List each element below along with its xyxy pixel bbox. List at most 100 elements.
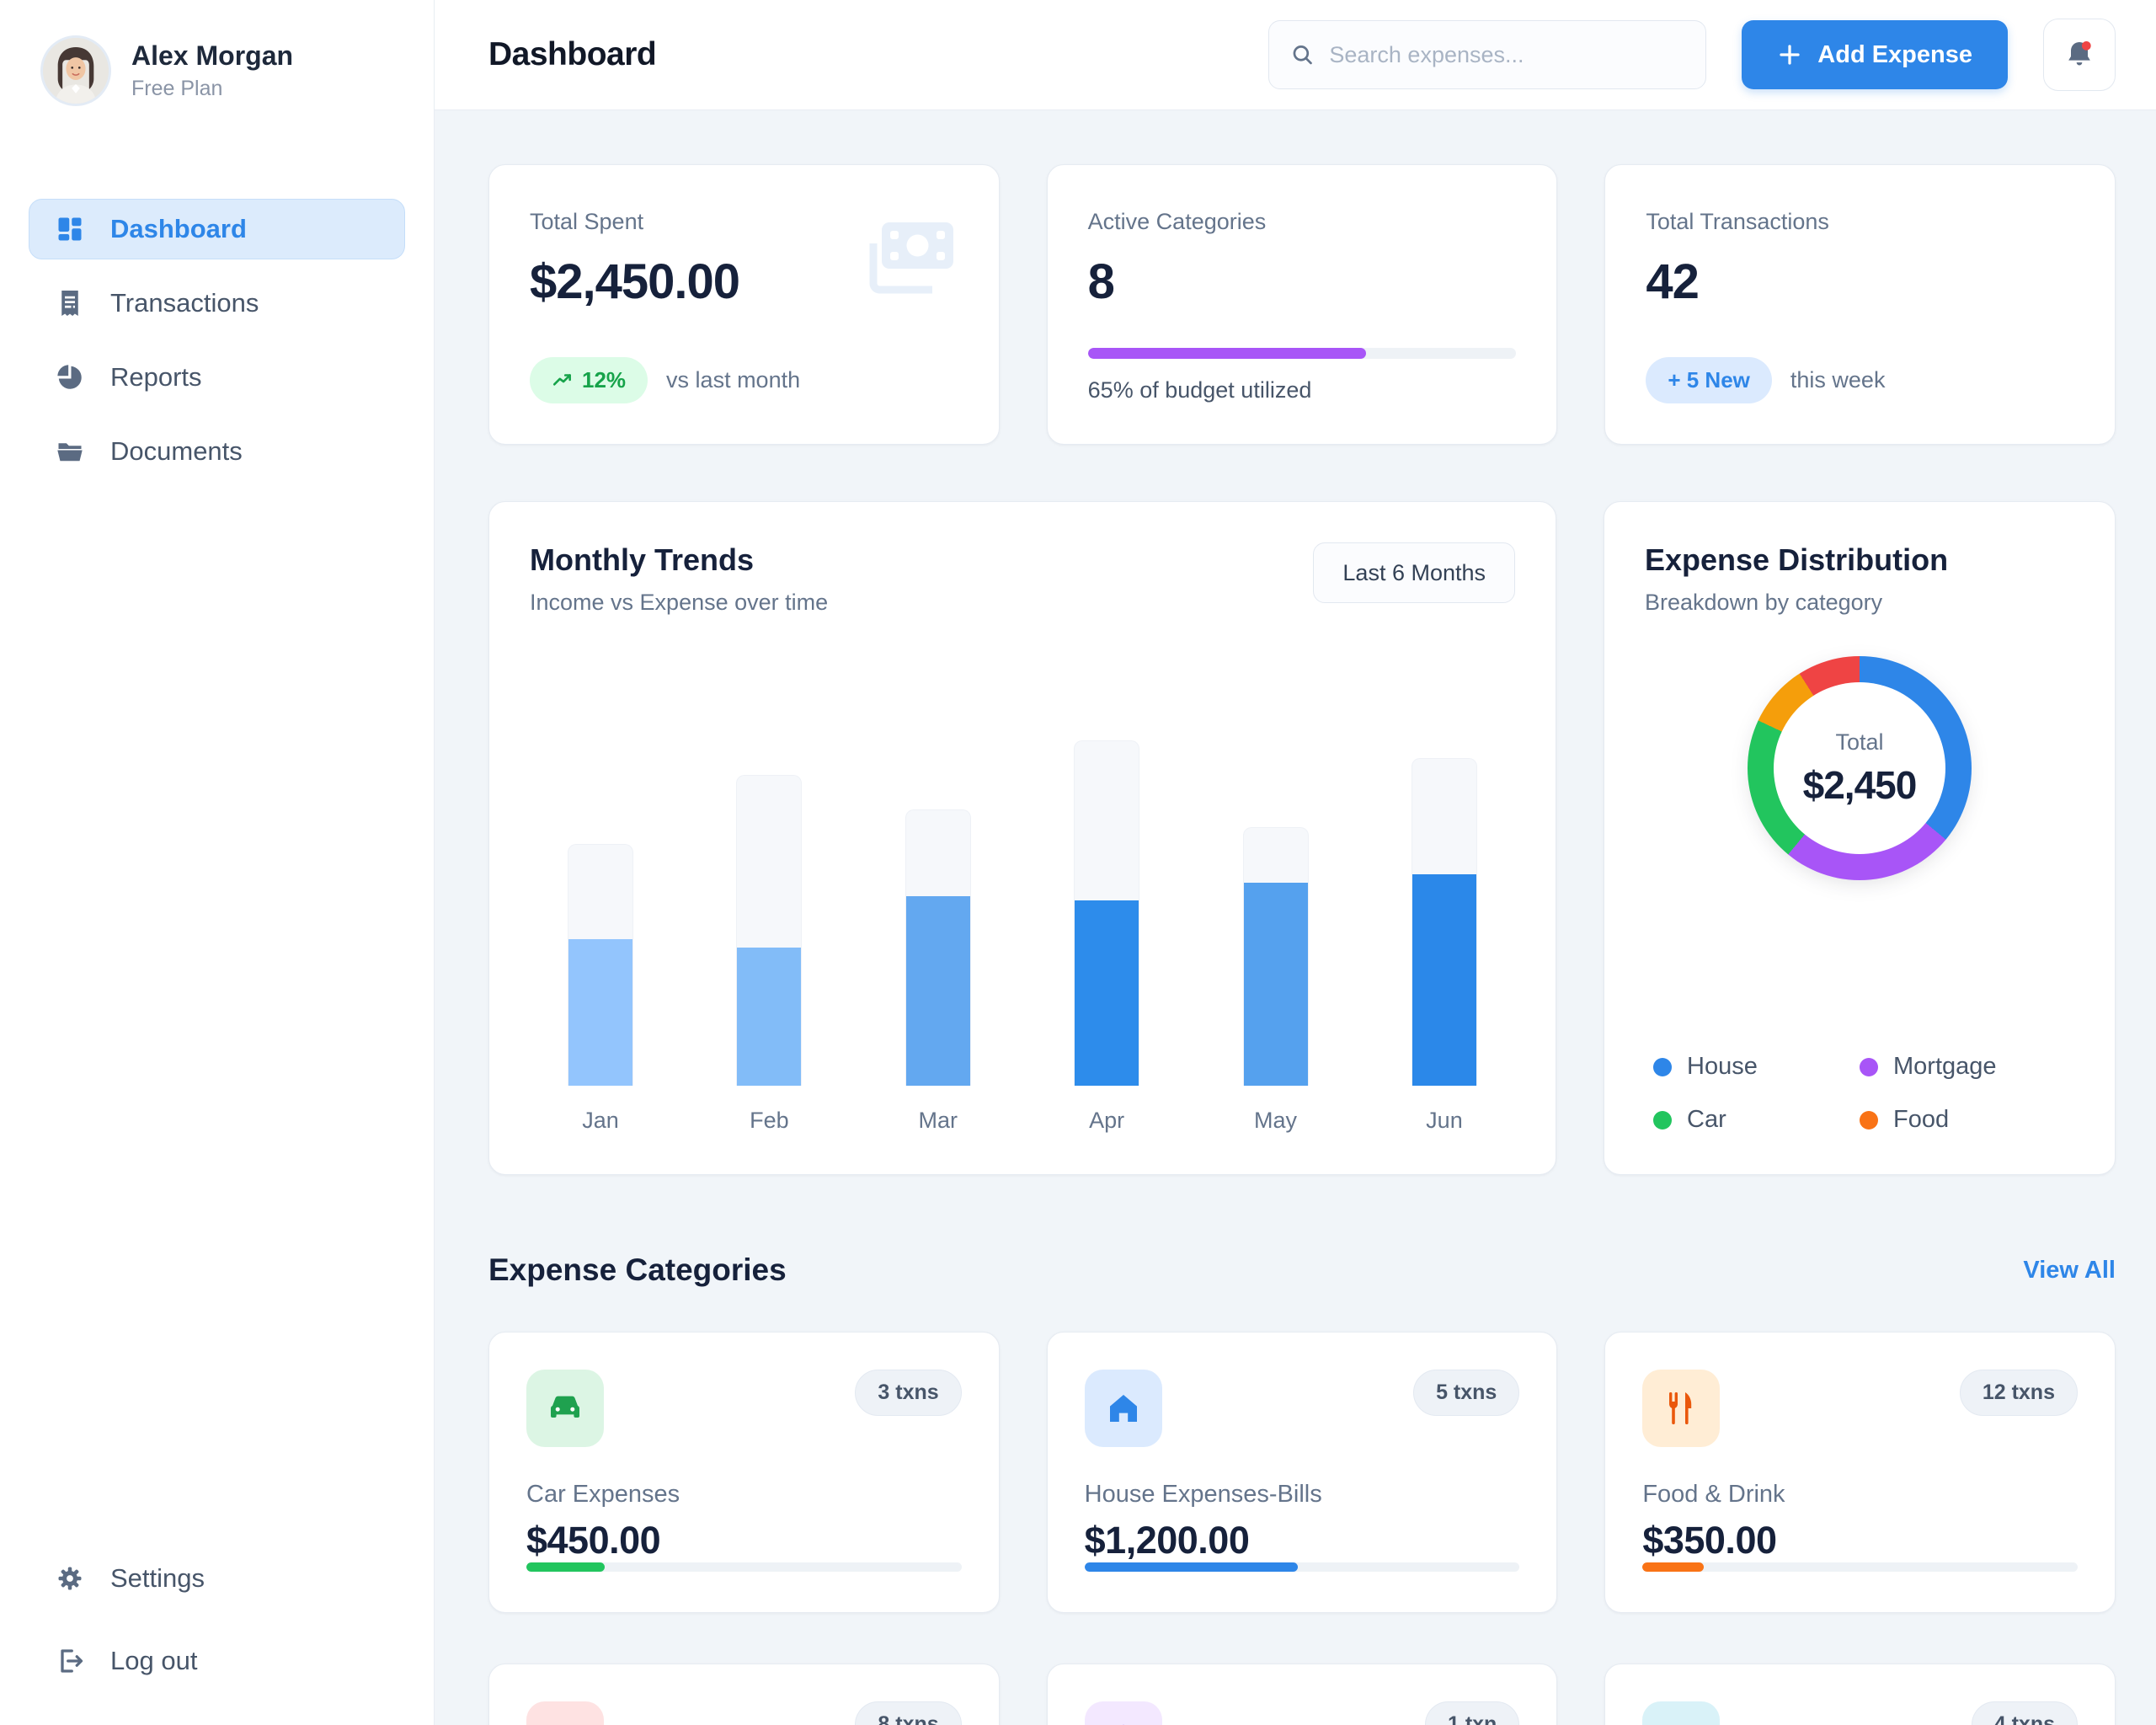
category-card-top: 8 txns bbox=[526, 1701, 962, 1725]
sidebar-nav: Dashboard Transactions Reports Documents bbox=[0, 199, 434, 482]
sidebar-footer: Settings Log out bbox=[29, 1548, 405, 1691]
sidebar-item-label: Dashboard bbox=[110, 214, 247, 244]
legend-label: Food bbox=[1893, 1106, 1949, 1134]
legend-dot bbox=[1860, 1111, 1878, 1130]
profile: Alex Morgan Free Plan bbox=[0, 0, 434, 106]
add-expense-button[interactable]: Add Expense bbox=[1742, 20, 2008, 89]
category-card-food[interactable]: 12 txns Food & Drink $350.00 bbox=[1604, 1332, 2116, 1613]
month-label: Jun bbox=[1426, 1108, 1463, 1134]
notification-dot bbox=[2082, 41, 2091, 51]
stat-label: Total Transactions bbox=[1646, 209, 2074, 235]
income-track-bar bbox=[1412, 758, 1477, 1086]
sidebar-item-label: Log out bbox=[110, 1646, 197, 1676]
sidebar-item-label: Settings bbox=[110, 1563, 205, 1594]
month-label: May bbox=[1254, 1108, 1297, 1134]
sidebar-item-logout[interactable]: Log out bbox=[29, 1631, 405, 1691]
view-all-link[interactable]: View All bbox=[2023, 1257, 2116, 1284]
trend-column-may: May bbox=[1225, 724, 1326, 1134]
category-icon-tile bbox=[1642, 1701, 1720, 1725]
folder-icon bbox=[55, 436, 85, 467]
stat-note: 65% of budget utilized bbox=[1088, 377, 1517, 403]
sidebar-item-reports[interactable]: Reports bbox=[29, 347, 405, 408]
main-area: Dashboard Add Expense bbox=[435, 0, 2156, 1725]
category-progress-fill bbox=[526, 1562, 605, 1572]
chart-subtitle: Breakdown by category bbox=[1645, 590, 2074, 616]
category-card-shopping[interactable]: 4 txns bbox=[1604, 1664, 2116, 1725]
category-card-top: 5 txns bbox=[1085, 1370, 1520, 1447]
stat-value: 42 bbox=[1646, 254, 2074, 310]
plus-icon bbox=[1777, 42, 1802, 67]
sidebar-item-label: Documents bbox=[110, 436, 243, 467]
category-name: Car Expenses bbox=[526, 1481, 962, 1509]
txn-count-badge: 1 txn bbox=[1425, 1701, 1519, 1725]
legend-label: Mortgage bbox=[1893, 1053, 1997, 1081]
trend-column-apr: Apr bbox=[1056, 724, 1157, 1134]
category-name: House Expenses-Bills bbox=[1085, 1481, 1520, 1509]
income-track-bar bbox=[568, 844, 633, 1086]
legend-item-car: Car bbox=[1653, 1106, 1860, 1134]
category-card-car[interactable]: 3 txns Car Expenses $450.00 bbox=[488, 1332, 1000, 1613]
chart-subtitle: Income vs Expense over time bbox=[530, 590, 828, 616]
dashboard-content: Total Spent $2,450.00 12% vs last month … bbox=[435, 110, 2156, 1725]
stat-note: vs last month bbox=[666, 367, 800, 393]
categories-heading: Expense Categories bbox=[488, 1252, 787, 1288]
sidebar-item-documents[interactable]: Documents bbox=[29, 421, 405, 482]
bank-icon bbox=[1103, 1720, 1144, 1725]
add-expense-label: Add Expense bbox=[1817, 41, 1972, 69]
search-input[interactable] bbox=[1329, 42, 1684, 68]
txn-count-badge: 8 txns bbox=[855, 1701, 961, 1725]
stat-card-total-spent: Total Spent $2,450.00 12% vs last month bbox=[488, 164, 1000, 445]
txn-count-badge: 3 txns bbox=[855, 1370, 961, 1416]
month-label: Jan bbox=[582, 1108, 619, 1134]
txn-count-badge: 12 txns bbox=[1960, 1370, 2078, 1416]
category-icon-tile bbox=[1642, 1370, 1720, 1447]
charts-row: Monthly Trends Income vs Expense over ti… bbox=[488, 501, 2116, 1175]
monthly-trends-header: Monthly Trends Income vs Expense over ti… bbox=[530, 542, 1515, 616]
category-card-bank[interactable]: 1 txn bbox=[1047, 1664, 1558, 1725]
expense-bar bbox=[1244, 883, 1308, 1086]
budget-progress-fill bbox=[1088, 348, 1367, 359]
shopping-cart-icon bbox=[1661, 1720, 1701, 1725]
stat-value: 8 bbox=[1088, 254, 1517, 310]
search-box bbox=[1268, 20, 1706, 89]
category-amount: $1,200.00 bbox=[1085, 1519, 1520, 1562]
legend-item-food: Food bbox=[1860, 1106, 2066, 1134]
notifications-button[interactable] bbox=[2043, 19, 2116, 91]
month-label: Mar bbox=[919, 1108, 958, 1134]
trend-column-mar: Mar bbox=[888, 724, 989, 1134]
category-amount: $450.00 bbox=[526, 1519, 962, 1562]
range-selector-button[interactable]: Last 6 Months bbox=[1313, 542, 1515, 603]
trend-badge-value: 12% bbox=[582, 367, 626, 393]
profile-name: Alex Morgan bbox=[131, 40, 293, 72]
category-card-house[interactable]: 5 txns House Expenses-Bills $1,200.00 bbox=[1047, 1332, 1558, 1613]
sidebar-item-settings[interactable]: Settings bbox=[29, 1548, 405, 1609]
profile-text: Alex Morgan Free Plan bbox=[131, 40, 293, 101]
trend-column-jun: Jun bbox=[1394, 724, 1495, 1134]
txn-count-badge: 5 txns bbox=[1413, 1370, 1519, 1416]
category-card-top: 12 txns bbox=[1642, 1370, 2078, 1447]
distribution-titles: Expense Distribution Breakdown by catego… bbox=[1645, 542, 2074, 616]
chart-title: Monthly Trends bbox=[530, 542, 828, 578]
category-icon-tile bbox=[526, 1701, 604, 1725]
gear-icon bbox=[55, 1563, 85, 1594]
category-card-smoking[interactable]: 8 txns bbox=[488, 1664, 1000, 1725]
legend-item-house: House bbox=[1653, 1053, 1860, 1081]
sidebar: Alex Morgan Free Plan Dashboard Transact… bbox=[0, 0, 435, 1725]
donut-area: Total $2,450 bbox=[1645, 656, 2074, 880]
category-progress-fill bbox=[1085, 1562, 1298, 1572]
receipt-icon bbox=[55, 288, 85, 318]
income-track-bar bbox=[736, 775, 802, 1086]
stat-card-total-transactions: Total Transactions 42 + 5 New this week bbox=[1604, 164, 2116, 445]
sidebar-item-label: Transactions bbox=[110, 288, 259, 318]
chart-title: Expense Distribution bbox=[1645, 542, 2074, 578]
donut-legend: House Mortgage Car Food bbox=[1645, 1053, 2074, 1134]
sidebar-item-transactions[interactable]: Transactions bbox=[29, 273, 405, 334]
topbar: Dashboard Add Expense bbox=[435, 0, 2156, 110]
category-name: Food & Drink bbox=[1642, 1481, 2078, 1509]
legend-item-mortgage: Mortgage bbox=[1860, 1053, 2066, 1081]
category-card-top: 4 txns bbox=[1642, 1701, 2078, 1725]
search-icon bbox=[1291, 42, 1314, 67]
pie-chart-icon bbox=[55, 362, 85, 393]
sidebar-item-dashboard[interactable]: Dashboard bbox=[29, 199, 405, 259]
donut-chart: Total $2,450 bbox=[1748, 656, 1972, 880]
